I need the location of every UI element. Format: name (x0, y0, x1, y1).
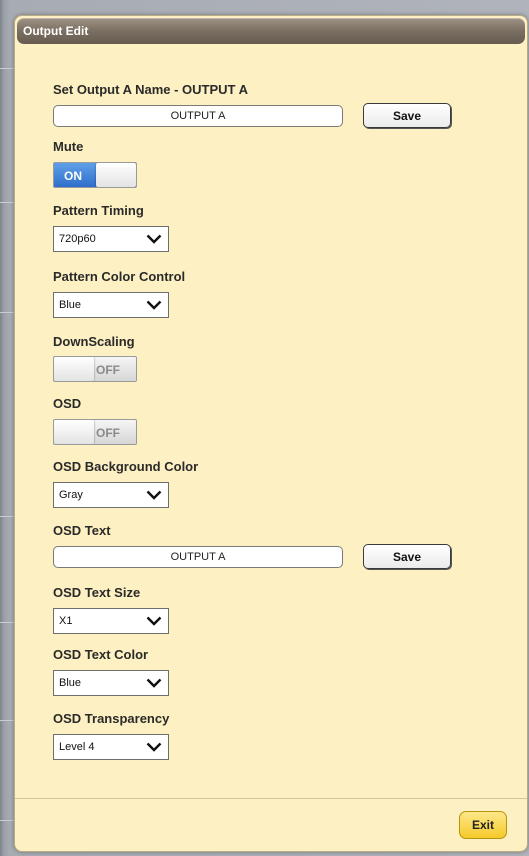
chevron-down-icon (146, 234, 162, 244)
osd-transparency-select[interactable]: Level 4 (53, 734, 169, 760)
osd-text-size-select[interactable]: X1 (53, 608, 169, 634)
mute-label: Mute (53, 139, 84, 154)
osd-toggle[interactable]: OFF (53, 419, 137, 445)
osd-bg-color-select[interactable]: Gray (53, 482, 169, 508)
chevron-down-icon (146, 678, 162, 688)
osd-transparency-value: Level 4 (59, 741, 95, 753)
pattern-timing-label: Pattern Timing (53, 203, 144, 218)
downscaling-label: DownScaling (53, 334, 135, 349)
background-divider (0, 720, 14, 721)
downscaling-state-text: OFF (96, 363, 120, 377)
chevron-down-icon (146, 616, 162, 626)
osd-text-color-select[interactable]: Blue (53, 670, 169, 696)
osd-label: OSD (53, 396, 82, 411)
output-name-label: Set Output A Name - OUTPUT A (53, 82, 248, 97)
pattern-color-select[interactable]: Blue (53, 292, 169, 318)
exit-button[interactable]: Exit (459, 811, 507, 839)
chevron-down-icon (146, 742, 162, 752)
osd-state-text: OFF (96, 426, 120, 440)
toggle-knob (54, 357, 94, 381)
mute-toggle[interactable]: ON (53, 162, 137, 188)
save-name-button[interactable]: Save (363, 103, 451, 128)
osd-text-color-label: OSD Text Color (53, 647, 149, 662)
background-divider (0, 820, 14, 821)
output-edit-dialog: Output Edit Set Output A Name - OUTPUT A… (14, 15, 528, 852)
background-divider (0, 622, 14, 623)
osd-text-label: OSD Text (53, 523, 111, 538)
background-divider (0, 202, 14, 203)
dialog-title: Output Edit (23, 24, 89, 38)
background-divider (0, 312, 14, 313)
dialog-titlebar[interactable]: Output Edit (17, 18, 525, 44)
background-divider (0, 516, 14, 517)
pattern-color-label: Pattern Color Control (53, 269, 186, 284)
toggle-knob (54, 420, 94, 444)
save-osd-text-button[interactable]: Save (363, 544, 451, 569)
footer-divider (15, 798, 527, 799)
osd-text-size-value: X1 (59, 615, 73, 627)
osd-text-input[interactable] (53, 546, 343, 568)
downscaling-toggle[interactable]: OFF (53, 356, 137, 382)
chevron-down-icon (146, 490, 162, 500)
osd-text-size-label: OSD Text Size (53, 585, 141, 600)
output-name-input[interactable] (53, 105, 343, 127)
osd-bg-color-value: Gray (59, 489, 83, 501)
toggle-knob (96, 163, 136, 187)
pattern-color-value: Blue (59, 299, 82, 311)
osd-transparency-label: OSD Transparency (53, 711, 170, 726)
background-divider (0, 68, 14, 69)
mute-state-text: ON (64, 169, 82, 183)
pattern-timing-select[interactable]: 720p60 (53, 226, 169, 252)
osd-text-color-value: Blue (59, 677, 82, 689)
pattern-timing-value: 720p60 (59, 233, 96, 245)
chevron-down-icon (146, 300, 162, 310)
osd-bg-color-label: OSD Background Color (53, 459, 199, 474)
